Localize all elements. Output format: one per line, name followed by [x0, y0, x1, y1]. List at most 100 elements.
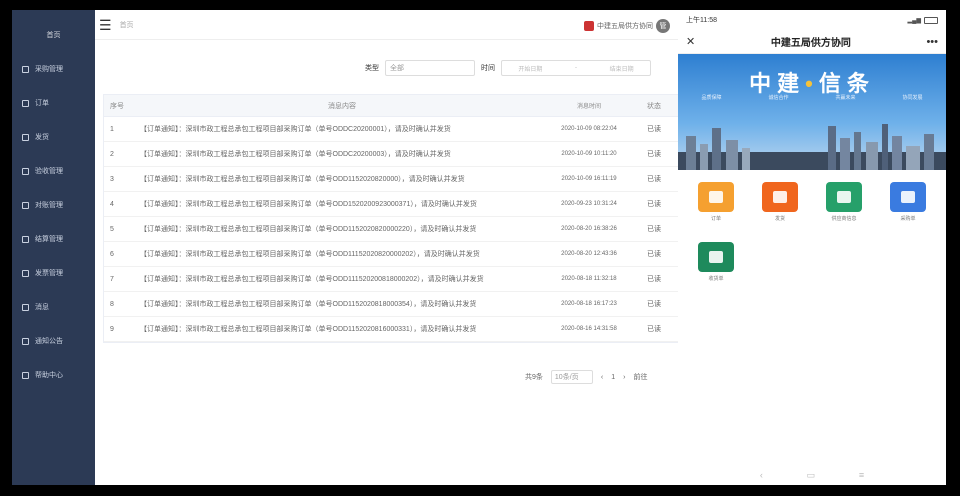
sidebar-item[interactable]: 帮助中心	[12, 358, 95, 392]
app-glyph-icon	[709, 191, 723, 203]
row-status: 已读	[647, 301, 661, 308]
sidebar-item[interactable]: 采购管理	[12, 52, 95, 86]
company-info: 中建五局供方协同 管	[584, 19, 670, 33]
app-tile[interactable]: 订单	[684, 182, 748, 242]
app-grid: 订单 发货 供应商信息 采购单收货单	[678, 170, 946, 302]
date-range-picker[interactable]: 开始日期 - 结束日期	[501, 60, 651, 76]
row-time: 2020-08-18 16:17:23	[561, 301, 617, 307]
table-row[interactable]: 2 【订单通知】：深圳市政工程总承包工程项目部采购订单（单号ODDC2020000…	[104, 142, 680, 167]
row-time: 2020-08-16 14:31:58	[561, 326, 617, 332]
type-filter-select[interactable]: 全部	[385, 60, 475, 76]
app-tile[interactable]: 采购单	[876, 182, 940, 242]
row-message: 【订单通知】：深圳市政工程总承包工程项目部采购订单（单号ODD115202082…	[140, 176, 465, 183]
row-status: 已读	[647, 201, 661, 208]
row-status: 已读	[647, 326, 661, 333]
header-message: 消息内容	[328, 102, 356, 110]
web-app-window: 首页 采购管理 订单 发货 验收管理 对账管理 结算管理 发票管理 消息 通知公告 帮助中心 ☰ 首…	[12, 10, 680, 485]
home-icon[interactable]: ▭	[807, 470, 816, 481]
menu-item-icon	[22, 269, 29, 277]
row-message: 【订单通知】：深圳市政工程总承包工程项目部采购订单（单号ODDC20200001…	[140, 126, 451, 133]
phone-title: 中建五局供方协同	[770, 38, 851, 49]
row-message: 【订单通知】：深圳市政工程总承包工程项目部采购订单（单号ODD115202081…	[140, 326, 477, 333]
sidebar-item[interactable]: 结算管理	[12, 222, 95, 256]
date-start-field[interactable]: 开始日期	[518, 64, 542, 73]
sidebar-item-label: 验收管理	[35, 168, 63, 175]
table-row[interactable]: 3 【订单通知】：深圳市政工程总承包工程项目部采购订单（单号ODD11520208…	[104, 167, 680, 192]
back-icon[interactable]: ‹	[760, 470, 763, 481]
recents-icon[interactable]: ≡	[859, 470, 864, 481]
row-message: 【订单通知】：深圳市政工程总承包工程项目部采购订单（单号ODD152020092…	[140, 201, 477, 208]
prev-page-button[interactable]: ‹	[601, 374, 603, 381]
table-row[interactable]: 4 【订单通知】：深圳市政工程总承包工程项目部采购订单（单号ODD15202009…	[104, 192, 680, 217]
menu-item-icon	[22, 201, 29, 209]
date-end-field[interactable]: 结束日期	[610, 64, 634, 73]
app-glyph-icon	[837, 191, 851, 203]
sidebar-item[interactable]: 消息	[12, 290, 95, 324]
row-status: 已读	[647, 251, 661, 258]
banner-subtitle: 诚信合作	[768, 95, 789, 101]
table-row[interactable]: 5 【订单通知】：深圳市政工程总承包工程项目部采购订单（单号ODD11520208…	[104, 217, 680, 242]
app-tile-icon	[698, 182, 734, 212]
more-icon[interactable]: •••	[926, 36, 938, 48]
row-message: 【订单通知】：深圳市政工程总承包工程项目部采购订单（单号ODDC20200003…	[140, 151, 451, 158]
row-index: 6	[110, 250, 114, 258]
goto-page-label: 前往	[633, 374, 648, 381]
pager-total: 共9条	[525, 374, 543, 381]
row-index: 1	[110, 125, 114, 133]
app-tile-label: 收货单	[708, 276, 724, 282]
app-tile-icon	[698, 242, 734, 272]
avatar[interactable]: 管	[656, 19, 670, 33]
app-tile[interactable]: 供应商信息	[812, 182, 876, 242]
sidebar-item[interactable]: 对账管理	[12, 188, 95, 222]
sidebar-item[interactable]: 通知公告	[12, 324, 95, 358]
app-tile[interactable]: 收货单	[684, 242, 748, 302]
menu-item-icon	[22, 303, 29, 311]
header-status: 状态	[647, 102, 661, 110]
row-message: 【订单通知】：深圳市政工程总承包工程项目部采购订单（单号ODD111520208…	[140, 251, 480, 258]
menu-item-icon	[22, 65, 29, 73]
banner-dot: •	[805, 71, 819, 96]
signal-icon: ▂▄▆	[907, 17, 921, 24]
table-row[interactable]: 6 【订单通知】：深圳市政工程总承包工程项目部采购订单（单号ODD11152020…	[104, 242, 680, 267]
phone-status-bar: 上午11:58 ▂▄▆	[678, 10, 946, 30]
header-index: 序号	[110, 102, 124, 110]
row-index: 8	[110, 300, 114, 308]
app-tile-label: 采购单	[900, 216, 916, 222]
page-size-select[interactable]: 10条/页	[550, 370, 593, 384]
status-icons: ▂▄▆	[907, 16, 938, 24]
sidebar-item-label: 对账管理	[35, 202, 63, 209]
table-row[interactable]: 8 【订单通知】：深圳市政工程总承包工程项目部采购订单（单号ODD11520208…	[104, 292, 680, 317]
row-index: 4	[110, 200, 114, 208]
row-status: 已读	[647, 151, 661, 158]
app-tile-label: 供应商信息	[831, 216, 857, 222]
message-table: 序号 消息内容 消息时间 状态 1 【订单通知】：深圳市政工程总承包工程项目部采购…	[103, 94, 680, 343]
table-row[interactable]: 9 【订单通知】：深圳市政工程总承包工程项目部采购订单（单号ODD11520208…	[104, 317, 680, 342]
sidebar-item[interactable]: 发货	[12, 120, 95, 154]
sidebar-item[interactable]: 首页	[12, 18, 95, 52]
date-filter-label: 时间	[481, 65, 495, 72]
row-index: 3	[110, 175, 114, 183]
row-time: 2020-08-20 12:43:36	[561, 251, 617, 257]
page-number[interactable]: 1	[611, 374, 615, 381]
promo-banner[interactable]: 中建•信条 品质保障 诚信合作 共赢未来 协同发展	[678, 54, 946, 170]
row-status: 已读	[647, 126, 661, 133]
menu-item-icon	[22, 133, 29, 141]
breadcrumb[interactable]: 首页	[120, 20, 134, 30]
app-tile-label: 订单	[710, 216, 721, 222]
app-tile[interactable]: 发货	[748, 182, 812, 242]
row-time: 2020-10-09 10:11:20	[561, 151, 617, 157]
row-status: 已读	[647, 276, 661, 283]
table-row[interactable]: 1 【订单通知】：深圳市政工程总承包工程项目部采购订单（单号ODDC2020000…	[104, 117, 680, 142]
sidebar-item-label: 订单	[35, 100, 49, 107]
menu-toggle-icon[interactable]: ☰	[99, 18, 112, 32]
next-page-button[interactable]: ›	[623, 374, 625, 381]
table-row[interactable]: 7 【订单通知】：深圳市政工程总承包工程项目部采购订单（单号ODD11152020…	[104, 267, 680, 292]
banner-title-right: 信条	[818, 71, 875, 96]
sidebar-item[interactable]: 发票管理	[12, 256, 95, 290]
sidebar-item[interactable]: 订单	[12, 86, 95, 120]
sidebar-item[interactable]: 验收管理	[12, 154, 95, 188]
row-message: 【订单通知】：深圳市政工程总承包工程项目部采购订单（单号ODD115202081…	[140, 301, 477, 308]
app-tile-label: 发货	[774, 216, 785, 222]
close-icon[interactable]: ✕	[686, 35, 695, 48]
app-glyph-icon	[901, 191, 915, 203]
